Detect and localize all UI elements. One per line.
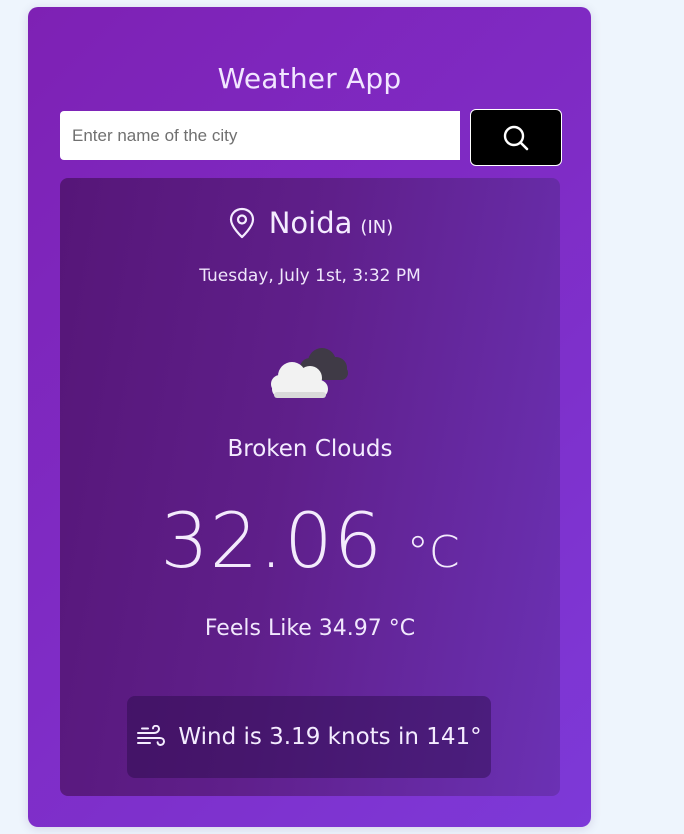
wind-text: Wind is 3.19 knots in 141°: [178, 724, 482, 750]
location-pin-icon: [229, 207, 254, 239]
wind-icon: [137, 725, 166, 747]
date-time: Tuesday, July 1st, 3:32 PM: [199, 266, 421, 286]
temperature-unit: °C: [406, 527, 460, 578]
app-title: Weather App: [217, 62, 402, 95]
wind-info: Wind is 3.19 knots in 141°: [127, 696, 491, 778]
weather-panel: Noida (IN) Tuesday, July 1st, 3:32 PM Br…: [60, 178, 560, 796]
feels-like: Feels Like 34.97 °C: [204, 616, 416, 641]
city-search-input[interactable]: [60, 111, 460, 160]
location: Noida (IN): [60, 206, 560, 240]
city-name: Noida: [268, 206, 353, 240]
country-code: (IN): [360, 217, 394, 238]
search-icon: [503, 125, 529, 150]
weather-description: Broken Clouds: [227, 436, 393, 462]
temperature: 32.06 °C: [60, 496, 560, 585]
weather-card: Weather App Noida (IN) Tuesday, July 1st…: [28, 7, 591, 827]
search-button[interactable]: [470, 109, 562, 166]
temperature-value: 32.06: [160, 496, 383, 585]
broken-clouds-icon: [271, 348, 348, 398]
